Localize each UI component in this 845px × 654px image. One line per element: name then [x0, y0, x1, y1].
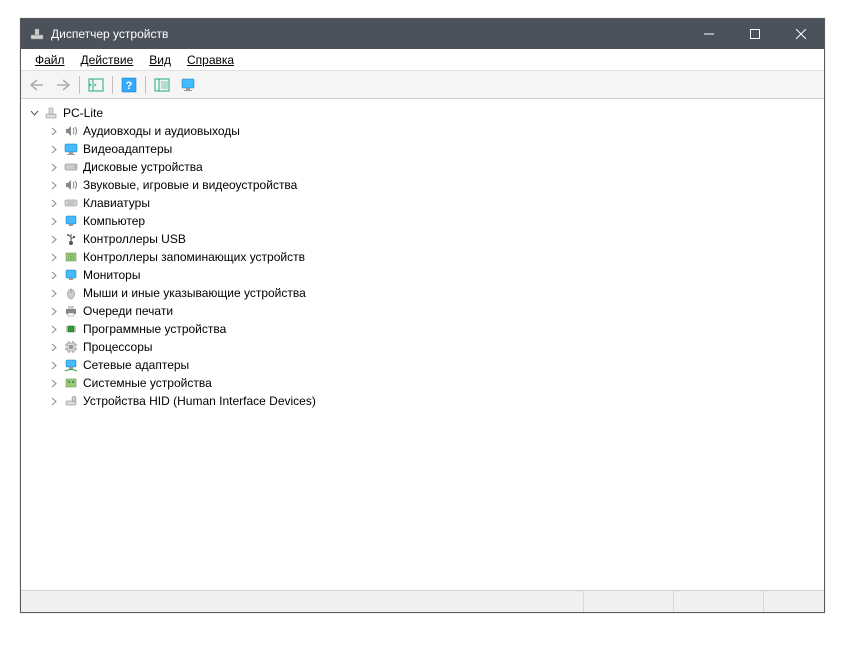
category-label: Мониторы	[83, 268, 140, 282]
window-controls	[686, 19, 824, 49]
category-label: Мыши и иные указывающие устройства	[83, 286, 306, 300]
category-label: Аудиовходы и аудиовыходы	[83, 124, 240, 138]
monitor-icon	[63, 213, 79, 229]
expand-icon[interactable]	[47, 376, 61, 390]
category-label: Программные устройства	[83, 322, 226, 336]
category-label: Звуковые, игровые и видеоустройства	[83, 178, 297, 192]
category-label: Клавиатуры	[83, 196, 150, 210]
mouse-icon	[63, 285, 79, 301]
statusbar	[21, 590, 824, 612]
network-icon	[63, 357, 79, 373]
close-button[interactable]	[778, 19, 824, 49]
tree-category-node[interactable]: Устройства HID (Human Interface Devices)	[47, 392, 824, 410]
category-label: Видеоадаптеры	[83, 142, 172, 156]
disk-icon	[63, 159, 79, 175]
tree-category-node[interactable]: Видеоадаптеры	[47, 140, 824, 158]
cpu-icon	[63, 339, 79, 355]
system-icon	[63, 375, 79, 391]
minimize-button[interactable]	[686, 19, 732, 49]
status-cell-4	[764, 591, 824, 612]
category-label: Компьютер	[83, 214, 145, 228]
tree-category-node[interactable]: Контроллеры USB	[47, 230, 824, 248]
tree-category-node[interactable]: Сетевые адаптеры	[47, 356, 824, 374]
tree-category-node[interactable]: Контроллеры запоминающих устройств	[47, 248, 824, 266]
expand-icon[interactable]	[47, 268, 61, 282]
expand-icon[interactable]	[47, 196, 61, 210]
maximize-button[interactable]	[732, 19, 778, 49]
tree-category-node[interactable]: Компьютер	[47, 212, 824, 230]
help-button[interactable]: ?	[117, 74, 141, 96]
menu-file[interactable]: Файл	[27, 51, 73, 69]
category-label: Контроллеры USB	[83, 232, 186, 246]
device-tree[interactable]: PC-Lite Аудиовходы и аудиовыходы Видеоада…	[21, 99, 824, 590]
status-cell-2	[584, 591, 674, 612]
toolbar-separator	[79, 76, 80, 94]
expand-icon[interactable]	[47, 214, 61, 228]
menu-view[interactable]: Вид	[141, 51, 179, 69]
expand-icon[interactable]	[47, 250, 61, 264]
status-cell-3	[674, 591, 764, 612]
speaker-icon	[63, 123, 79, 139]
expand-icon[interactable]	[47, 232, 61, 246]
tree-category-node[interactable]: Звуковые, игровые и видеоустройства	[47, 176, 824, 194]
tree-category-node[interactable]: Мыши и иные указывающие устройства	[47, 284, 824, 302]
device-manager-window: Диспетчер устройств Файл Действие Вид Сп…	[20, 18, 825, 613]
root-label: PC-Lite	[63, 106, 103, 120]
expand-icon[interactable]	[47, 304, 61, 318]
show-hide-console-button[interactable]	[84, 74, 108, 96]
tree-root-node[interactable]: PC-Lite	[27, 104, 824, 122]
expand-icon[interactable]	[47, 394, 61, 408]
tree-category-node[interactable]: Мониторы	[47, 266, 824, 284]
menu-action[interactable]: Действие	[73, 51, 142, 69]
expand-icon[interactable]	[47, 322, 61, 336]
status-main	[21, 591, 584, 612]
scan-hardware-button[interactable]	[150, 74, 174, 96]
category-label: Очереди печати	[83, 304, 173, 318]
menubar: Файл Действие Вид Справка	[21, 49, 824, 71]
computer-icon	[43, 105, 59, 121]
expand-icon[interactable]	[47, 124, 61, 138]
expand-icon[interactable]	[47, 178, 61, 192]
toolbar-separator	[112, 76, 113, 94]
monitor-button[interactable]	[176, 74, 200, 96]
category-label: Дисковые устройства	[83, 160, 203, 174]
toolbar-separator	[145, 76, 146, 94]
display-icon	[63, 141, 79, 157]
printer-icon	[63, 303, 79, 319]
titlebar[interactable]: Диспетчер устройств	[21, 19, 824, 49]
category-label: Системные устройства	[83, 376, 212, 390]
toolbar: ?	[21, 71, 824, 99]
forward-button[interactable]	[51, 74, 75, 96]
storage-icon	[63, 249, 79, 265]
category-label: Сетевые адаптеры	[83, 358, 189, 372]
tree-category-node[interactable]: Клавиатуры	[47, 194, 824, 212]
svg-text:?: ?	[126, 80, 133, 92]
tree-category-node[interactable]: Дисковые устройства	[47, 158, 824, 176]
category-label: Процессоры	[83, 340, 153, 354]
monitor-icon	[63, 267, 79, 283]
tree-category-node[interactable]: Аудиовходы и аудиовыходы	[47, 122, 824, 140]
tree-category-node[interactable]: Процессоры	[47, 338, 824, 356]
back-button[interactable]	[25, 74, 49, 96]
chip-icon	[63, 321, 79, 337]
expand-icon[interactable]	[47, 286, 61, 300]
tree-category-node[interactable]: Программные устройства	[47, 320, 824, 338]
speaker-icon	[63, 177, 79, 193]
tree-category-node[interactable]: Системные устройства	[47, 374, 824, 392]
tree-category-node[interactable]: Очереди печати	[47, 302, 824, 320]
collapse-icon[interactable]	[27, 106, 41, 120]
keyboard-icon	[63, 195, 79, 211]
expand-icon[interactable]	[47, 358, 61, 372]
expand-icon[interactable]	[47, 142, 61, 156]
hid-icon	[63, 393, 79, 409]
expand-icon[interactable]	[47, 160, 61, 174]
category-label: Устройства HID (Human Interface Devices)	[83, 394, 316, 408]
app-icon	[29, 26, 45, 42]
usb-icon	[63, 231, 79, 247]
window-title: Диспетчер устройств	[51, 27, 686, 41]
menu-help[interactable]: Справка	[179, 51, 242, 69]
category-label: Контроллеры запоминающих устройств	[83, 250, 305, 264]
expand-icon[interactable]	[47, 340, 61, 354]
